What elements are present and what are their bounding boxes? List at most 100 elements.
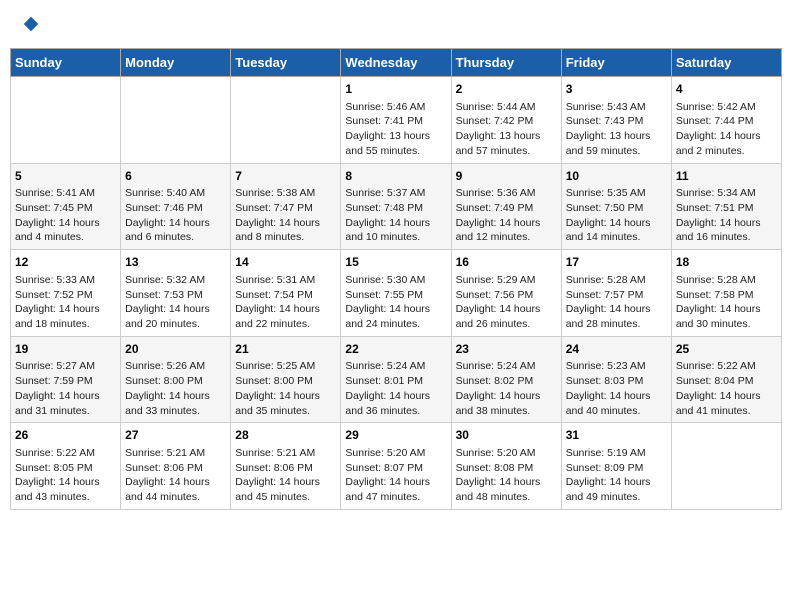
cell-line: Daylight: 14 hours — [676, 130, 761, 142]
cell-line: Sunset: 8:03 PM — [566, 375, 644, 387]
calendar-cell — [121, 77, 231, 164]
cell-line: Daylight: 14 hours — [15, 303, 100, 315]
weekday-header-sunday: Sunday — [11, 49, 121, 77]
cell-line: Sunset: 7:47 PM — [235, 202, 313, 214]
cell-content: Sunrise: 5:22 AMSunset: 8:05 PMDaylight:… — [15, 446, 116, 505]
cell-line: and 41 minutes. — [676, 405, 751, 417]
cell-line: Daylight: 13 hours — [566, 130, 651, 142]
cell-line: Sunset: 7:49 PM — [456, 202, 534, 214]
cell-line: Sunset: 7:53 PM — [125, 289, 203, 301]
day-number: 1 — [345, 81, 446, 98]
cell-line: Sunrise: 5:33 AM — [15, 274, 95, 286]
calendar-cell: 4Sunrise: 5:42 AMSunset: 7:44 PMDaylight… — [671, 77, 781, 164]
cell-line: and 12 minutes. — [456, 231, 531, 243]
cell-line: and 6 minutes. — [125, 231, 194, 243]
cell-line: Sunset: 7:51 PM — [676, 202, 754, 214]
cell-line: Daylight: 14 hours — [566, 303, 651, 315]
cell-line: Daylight: 13 hours — [345, 130, 430, 142]
cell-line: and 28 minutes. — [566, 318, 641, 330]
week-row-5: 26 Sunrise: 5:22 AMSunset: 8:05 PMDayligh… — [11, 423, 782, 510]
cell-line: Sunset: 7:59 PM — [15, 375, 93, 387]
weekday-header-row: SundayMondayTuesdayWednesdayThursdayFrid… — [11, 49, 782, 77]
cell-line: Sunset: 7:45 PM — [15, 202, 93, 214]
cell-content: Sunrise: 5:24 AMSunset: 8:01 PMDaylight:… — [345, 359, 446, 418]
weekday-header-monday: Monday — [121, 49, 231, 77]
cell-line: Sunrise: 5:32 AM — [125, 274, 205, 286]
calendar-cell: 17 Sunrise: 5:28 AMSunset: 7:57 PMDayligh… — [561, 250, 671, 337]
cell-line: and 20 minutes. — [125, 318, 200, 330]
cell-line: and 16 minutes. — [676, 231, 751, 243]
day-number: 19 — [15, 341, 116, 358]
cell-line: and 35 minutes. — [235, 405, 310, 417]
cell-content: Sunrise: 5:40 AMSunset: 7:46 PMDaylight:… — [125, 186, 226, 245]
day-number: 26 — [15, 427, 116, 444]
cell-line: Sunset: 7:42 PM — [456, 115, 534, 127]
cell-content: Sunrise: 5:35 AMSunset: 7:50 PMDaylight:… — [566, 186, 667, 245]
cell-content: Sunrise: 5:20 AMSunset: 8:08 PMDaylight:… — [456, 446, 557, 505]
cell-line: Sunrise: 5:21 AM — [235, 447, 315, 459]
cell-line: Sunrise: 5:36 AM — [456, 187, 536, 199]
calendar-cell: 3Sunrise: 5:43 AMSunset: 7:43 PMDaylight… — [561, 77, 671, 164]
cell-line: Sunset: 7:54 PM — [235, 289, 313, 301]
calendar-cell: 26 Sunrise: 5:22 AMSunset: 8:05 PMDayligh… — [11, 423, 121, 510]
cell-line: Sunset: 8:04 PM — [676, 375, 754, 387]
cell-line: Sunset: 8:01 PM — [345, 375, 423, 387]
cell-content: Sunrise: 5:31 AMSunset: 7:54 PMDaylight:… — [235, 273, 336, 332]
cell-content: Sunrise: 5:27 AMSunset: 7:59 PMDaylight:… — [15, 359, 116, 418]
calendar-cell: 9Sunrise: 5:36 AMSunset: 7:49 PMDaylight… — [451, 163, 561, 250]
weekday-header-thursday: Thursday — [451, 49, 561, 77]
day-number: 24 — [566, 341, 667, 358]
day-number: 30 — [456, 427, 557, 444]
calendar-cell: 12Sunrise: 5:33 AMSunset: 7:52 PMDayligh… — [11, 250, 121, 337]
cell-line: and 44 minutes. — [125, 491, 200, 503]
day-number: 6 — [125, 168, 226, 185]
cell-line: Sunset: 8:07 PM — [345, 462, 423, 474]
day-number: 3 — [566, 81, 667, 98]
calendar-cell: 20Sunrise: 5:26 AMSunset: 8:00 PMDayligh… — [121, 336, 231, 423]
weekday-header-wednesday: Wednesday — [341, 49, 451, 77]
cell-content: Sunrise: 5:28 AMSunset: 7:57 PMDaylight:… — [566, 273, 667, 332]
day-number: 31 — [566, 427, 667, 444]
cell-line: Sunset: 7:50 PM — [566, 202, 644, 214]
cell-line: Daylight: 14 hours — [235, 217, 320, 229]
cell-line: Sunrise: 5:28 AM — [676, 274, 756, 286]
calendar-cell: 8Sunrise: 5:37 AMSunset: 7:48 PMDaylight… — [341, 163, 451, 250]
day-number: 2 — [456, 81, 557, 98]
cell-line: Sunset: 7:55 PM — [345, 289, 423, 301]
cell-line: Daylight: 14 hours — [125, 217, 210, 229]
calendar-cell: 22Sunrise: 5:24 AMSunset: 8:01 PMDayligh… — [341, 336, 451, 423]
cell-content: Sunrise: 5:20 AM Sunset: 8:07 PM Daylight:… — [345, 446, 446, 505]
day-number: 17 — [566, 254, 667, 271]
cell-line: Sunrise: 5:20 AM — [345, 447, 425, 459]
cell-line: Sunrise: 5:21 AM — [125, 447, 205, 459]
cell-line: Daylight: 14 hours — [566, 217, 651, 229]
cell-line: and 40 minutes. — [566, 405, 641, 417]
cell-line: Sunset: 7:43 PM — [566, 115, 644, 127]
cell-line: and 45 minutes. — [235, 491, 310, 503]
calendar-cell: 16Sunrise: 5:29 AMSunset: 7:56 PMDayligh… — [451, 250, 561, 337]
cell-line: Sunrise: 5:30 AM — [345, 274, 425, 286]
cell-line: Sunrise: 5:26 AM — [125, 360, 205, 372]
cell-line: Sunset: 8:09 PM — [566, 462, 644, 474]
cell-content: Sunrise: 5:44 AMSunset: 7:42 PMDaylight:… — [456, 100, 557, 159]
cell-line: Daylight: 14 hours — [345, 476, 430, 488]
calendar-cell: 23Sunrise: 5:24 AMSunset: 8:02 PMDayligh… — [451, 336, 561, 423]
cell-line: Daylight: 14 hours — [456, 303, 541, 315]
cell-line: Daylight: 14 hours — [456, 476, 541, 488]
calendar-cell: 1Sunrise: 5:46 AMSunset: 7:41 PMDaylight… — [341, 77, 451, 164]
cell-line: Sunset: 7:58 PM — [676, 289, 754, 301]
calendar-cell: 19Sunrise: 5:27 AMSunset: 7:59 PMDayligh… — [11, 336, 121, 423]
cell-line: Daylight: 14 hours — [235, 303, 320, 315]
cell-line: and 4 minutes. — [15, 231, 84, 243]
cell-line: Sunrise: 5:23 AM — [566, 360, 646, 372]
day-number: 14 — [235, 254, 336, 271]
cell-line: Daylight: 14 hours — [676, 303, 761, 315]
day-number: 16 — [456, 254, 557, 271]
cell-line: Sunset: 7:56 PM — [456, 289, 534, 301]
cell-line: Daylight: 13 hours — [456, 130, 541, 142]
calendar-cell: 21Sunrise: 5:25 AMSunset: 8:00 PMDayligh… — [231, 336, 341, 423]
calendar-cell: 5Sunrise: 5:41 AMSunset: 7:45 PMDaylight… — [11, 163, 121, 250]
cell-line: and 24 minutes. — [345, 318, 420, 330]
calendar-cell: 24Sunrise: 5:23 AMSunset: 8:03 PMDayligh… — [561, 336, 671, 423]
cell-line: Sunset: 8:05 PM — [15, 462, 93, 474]
